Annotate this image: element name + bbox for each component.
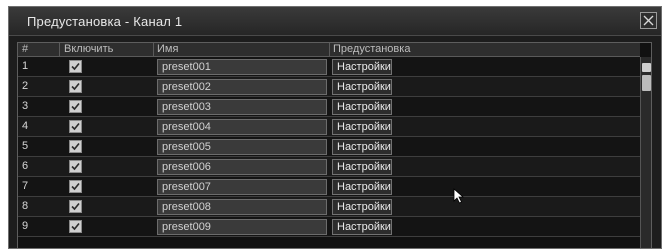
checkmark-icon [71,162,80,171]
checkmark-icon [71,82,80,91]
row-number: 4 [22,120,29,132]
preset-name-field[interactable]: preset009 [157,219,327,235]
table-row: 6 preset006 Настройки [18,157,640,177]
row-number: 2 [22,80,29,92]
row-number: 8 [22,200,29,212]
table-row: 4 preset004 Настройки [18,117,640,137]
preset-settings-button[interactable]: Настройки [332,139,392,155]
row-number: 1 [22,60,29,72]
preset-settings-button[interactable]: Настройки [332,179,392,195]
enable-checkbox[interactable] [69,180,82,193]
table-row: 1 preset001 Настройки [18,57,640,77]
preset-settings-button[interactable]: Настройки [332,159,392,175]
checkmark-icon [71,222,80,231]
preset-name-field[interactable]: preset002 [157,79,327,95]
table-row: 7 preset007 Настройки [18,177,640,197]
header-num: # [22,43,29,55]
table-body: 1 preset001 Настройки 2 preset002 Настройки 3 p… [18,57,640,248]
enable-checkbox[interactable] [69,80,82,93]
checkmark-icon [71,102,80,111]
preset-name-field[interactable]: preset003 [157,99,327,115]
row-number: 7 [22,180,29,192]
close-button[interactable] [640,12,657,29]
preset-dialog: Предустановка - Канал 1 # Включить Имя П… [8,6,662,249]
scroll-thumb[interactable] [642,75,651,91]
table-row: 2 preset002 Настройки [18,77,640,97]
mouse-cursor-icon [453,188,465,204]
checkmark-icon [71,122,80,131]
preset-name-field[interactable]: preset008 [157,199,327,215]
preset-name-field[interactable]: preset005 [157,139,327,155]
row-number: 3 [22,100,29,112]
scroll-up-icon[interactable] [642,63,651,72]
header-enable: Включить [64,43,114,55]
enable-checkbox[interactable] [69,200,82,213]
table-header: # Включить Имя Предустановка [18,43,640,57]
preset-settings-button[interactable]: Настройки [332,119,392,135]
row-number: 5 [22,140,29,152]
table-row: 8 preset008 Настройки [18,197,640,217]
header-name: Имя [157,43,179,55]
vertical-scrollbar[interactable] [640,57,651,248]
checkmark-icon [71,62,80,71]
preset-name-field[interactable]: preset001 [157,59,327,75]
preset-table: # Включить Имя Предустановка 1 preset001 Н… [17,42,652,248]
preset-name-field[interactable]: preset006 [157,159,327,175]
enable-checkbox[interactable] [69,100,82,113]
table-row: 3 preset003 Настройки [18,97,640,117]
table-row: 5 preset005 Настройки [18,137,640,157]
row-number: 9 [22,220,29,232]
preset-settings-button[interactable]: Настройки [332,59,392,75]
preset-settings-button[interactable]: Настройки [332,219,392,235]
close-icon [643,15,654,26]
enable-checkbox[interactable] [69,140,82,153]
preset-name-field[interactable]: preset004 [157,119,327,135]
table-row: 9 preset009 Настройки [18,217,640,237]
enable-checkbox[interactable] [69,60,82,73]
dialog-title: Предустановка - Канал 1 [27,14,183,29]
row-number: 6 [22,160,29,172]
checkmark-icon [71,182,80,191]
checkmark-icon [71,142,80,151]
header-preset: Предустановка [333,43,411,55]
preset-name-field[interactable]: preset007 [157,179,327,195]
enable-checkbox[interactable] [69,120,82,133]
preset-settings-button[interactable]: Настройки [332,199,392,215]
preset-settings-button[interactable]: Настройки [332,79,392,95]
enable-checkbox[interactable] [69,220,82,233]
checkmark-icon [71,202,80,211]
enable-checkbox[interactable] [69,160,82,173]
preset-settings-button[interactable]: Настройки [332,99,392,115]
dialog-titlebar: Предустановка - Канал 1 [9,7,661,36]
